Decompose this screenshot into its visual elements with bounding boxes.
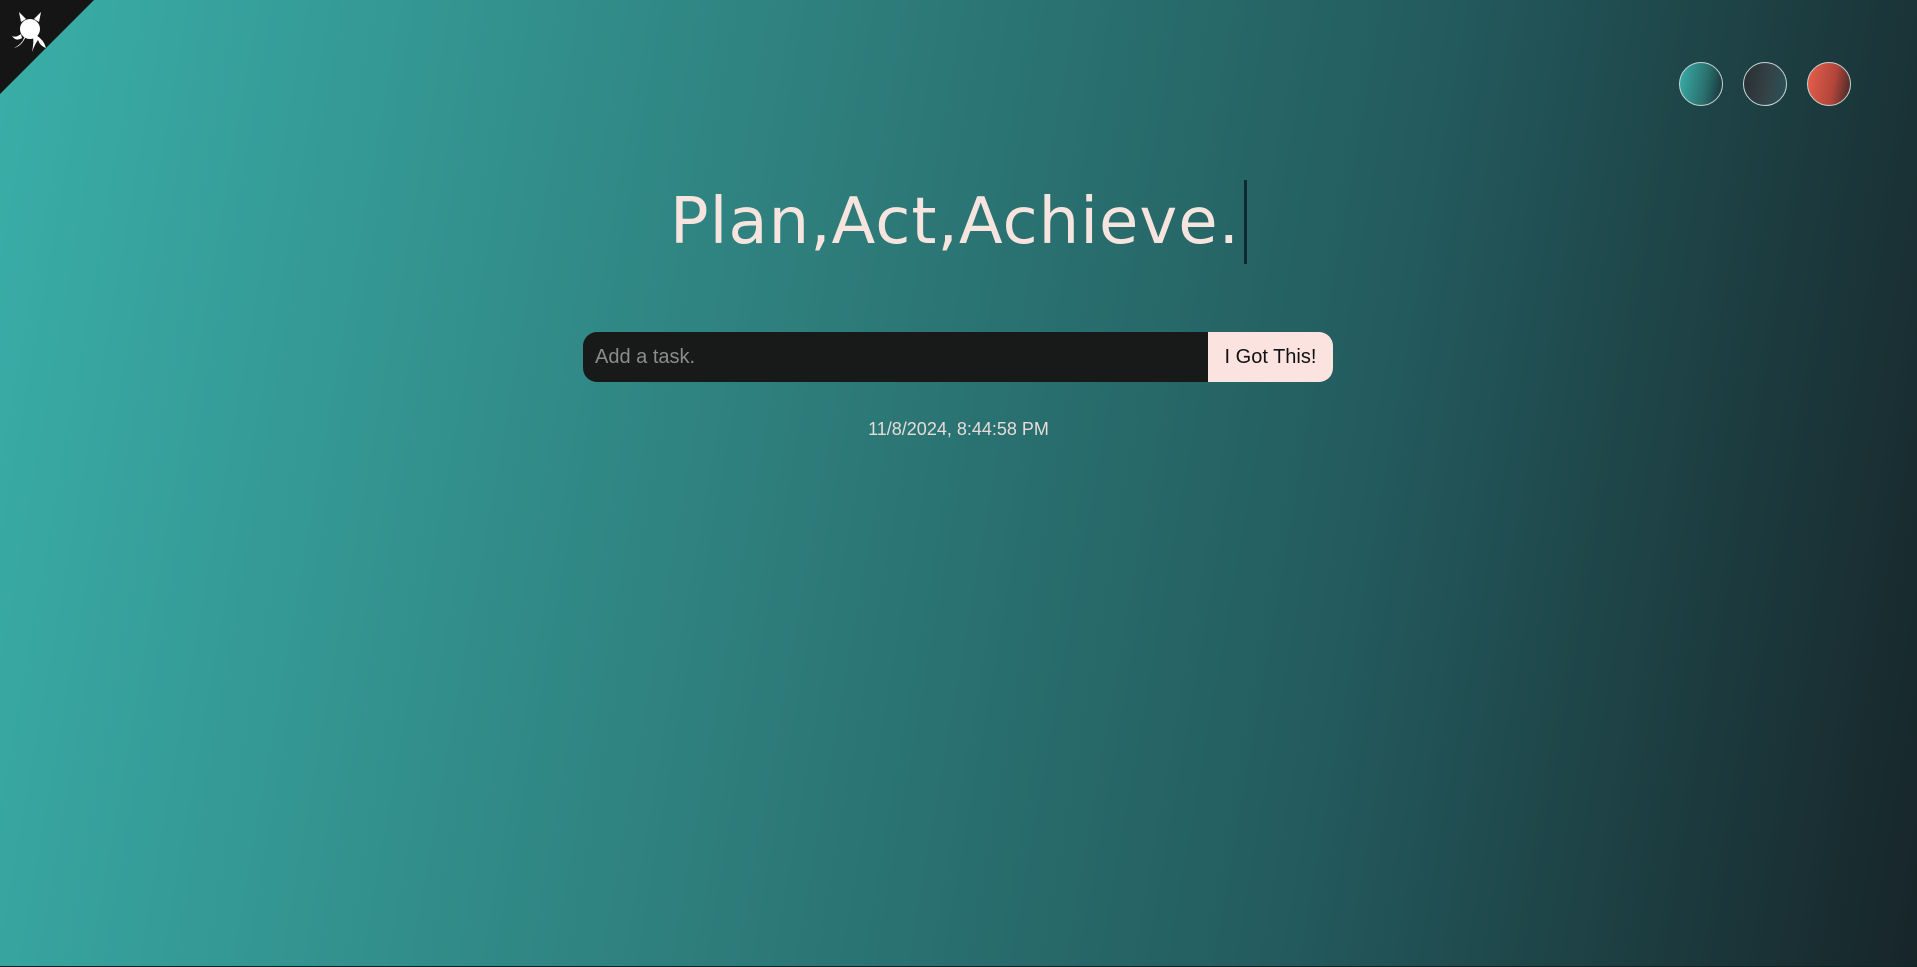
github-octocat-icon — [0, 0, 94, 94]
theme-light-button[interactable] — [1807, 62, 1851, 106]
heading-container: Plan,Act,Achieve. — [0, 180, 1917, 264]
page-title: Plan,Act,Achieve. — [670, 180, 1247, 264]
add-task-button[interactable]: I Got This! — [1208, 332, 1333, 382]
task-form: I Got This! — [583, 332, 1333, 382]
github-corner-link[interactable] — [0, 0, 94, 94]
task-input[interactable] — [583, 332, 1208, 382]
theme-dark-button[interactable] — [1743, 62, 1787, 106]
theme-selector — [1679, 62, 1851, 106]
theme-standard-button[interactable] — [1679, 62, 1723, 106]
datetime-display: 11/8/2024, 8:44:58 PM — [868, 419, 1049, 439]
